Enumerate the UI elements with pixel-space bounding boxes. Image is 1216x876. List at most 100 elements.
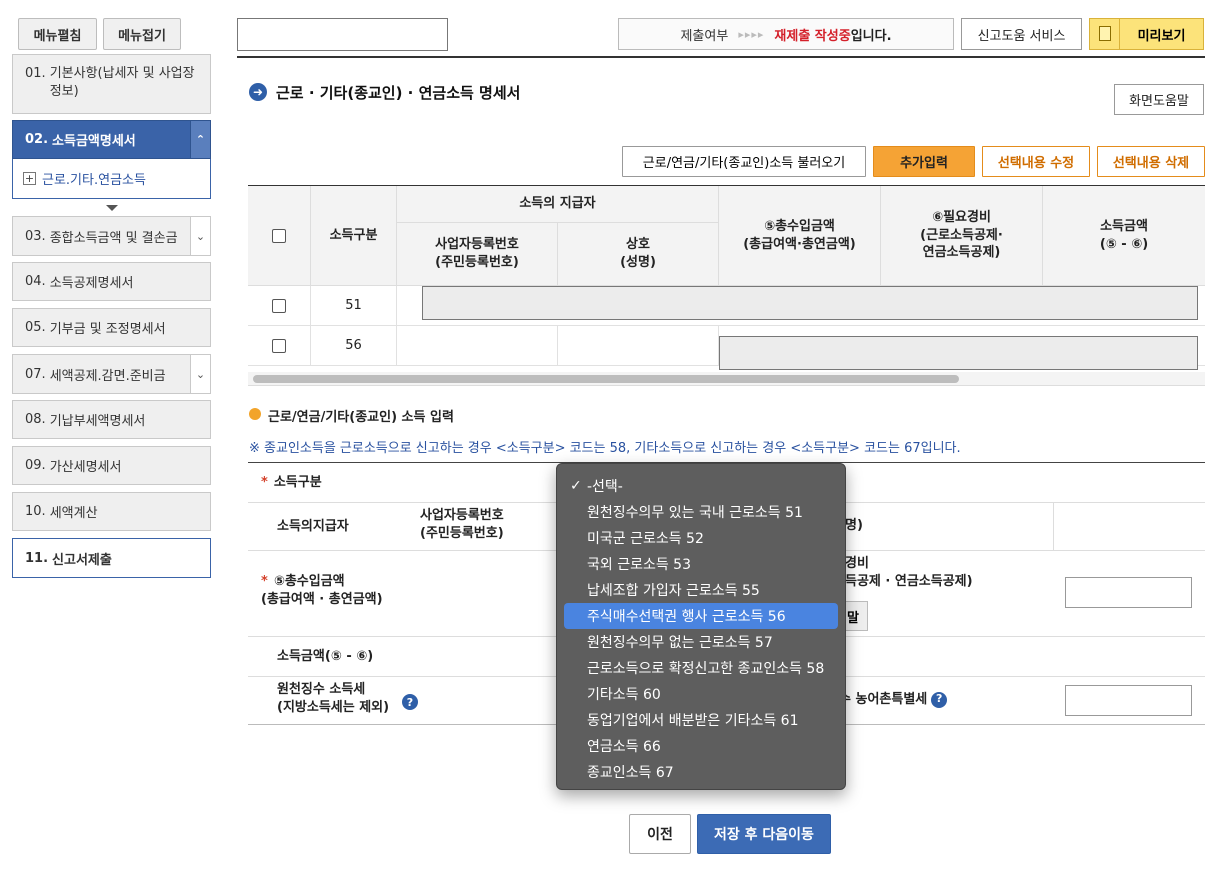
header-income: 소득금액 (⑤ - ⑥) (1043, 186, 1205, 286)
sidebar-item-num: 11. (25, 550, 49, 566)
chevron-down-icon[interactable]: ⌄ (190, 217, 210, 255)
dropdown-option[interactable]: ✓ -선택- (564, 473, 838, 499)
sidebar-item-label: 신고서제출 (52, 552, 112, 568)
chevron-up-icon[interactable]: ⌃ (190, 121, 210, 158)
plus-icon: + (23, 172, 36, 185)
rural-tax-label: 수 농어촌특별세? (839, 691, 948, 709)
sidebar-item-label: 기납부세액명세서 (49, 414, 146, 429)
menu-collapse-button[interactable]: 메뉴접기 (103, 18, 181, 50)
header-expense: ⑥필요경비 (근로소득공제· 연금소득공제) (881, 186, 1043, 286)
withholding-label-text: 원천징수 소득세 (지방소득세는 제외) (277, 682, 390, 715)
sidebar-item-tax-credit[interactable]: 07. 세액공제.감면.준비금 ⌄ (12, 354, 211, 394)
down-arrow-icon (106, 205, 118, 211)
dropdown-option[interactable]: 국외 근로소득 53 (564, 551, 838, 577)
dropdown-option[interactable]: 납세조합 가입자 근로소득 55 (564, 577, 838, 603)
row-masked-data (422, 286, 1198, 320)
dropdown-option[interactable]: 종교인소득 67 (564, 759, 838, 785)
dropdown-option-label: 주식매수선택권 행사 근로소득 56 (587, 609, 786, 625)
withholding-label: 원천징수 소득세 (지방소득세는 제외) (277, 681, 389, 716)
header-payer-group: 소득의 지급자 (397, 186, 719, 223)
menu-expand-button[interactable]: 메뉴펼침 (18, 18, 97, 50)
expense-input[interactable] (1065, 577, 1192, 608)
income-category-dropdown[interactable]: ✓ -선택- 원천징수의무 있는 국내 근로소득 51 미국군 근로소득 52 국외 근… (556, 463, 846, 790)
scrollbar-thumb[interactable] (253, 375, 959, 383)
payer-label: 소득의지급자 (277, 519, 349, 534)
header-total: ⑤총수입금액 (총급여액·총연금액) (719, 186, 881, 286)
header-select-all (248, 186, 311, 286)
total-label: * ⑤총수입금액 (총급여액 · 총연금액) (261, 574, 383, 607)
religious-income-note: ※ 종교인소득을 근로소득으로 신고하는 경우 <소득구분> 코드는 58, 기… (249, 441, 961, 456)
dropdown-option[interactable]: 기타소득 60 (564, 681, 838, 707)
chevron-down-icon[interactable]: ⌄ (190, 355, 210, 393)
sidebar-item-income-statement[interactable]: 02. 소득금액명세서 ⌃ (12, 120, 211, 159)
dropdown-option-label: 기타소득 60 (587, 687, 661, 703)
row-name (558, 326, 719, 366)
row-checkbox[interactable] (272, 338, 286, 353)
table-scrollbar[interactable] (248, 372, 1205, 386)
header-category: 소득구분 (311, 186, 397, 286)
select-all-checkbox[interactable] (272, 228, 286, 243)
sidebar-item-num: 04. (25, 274, 46, 289)
status-prefix: 제출여부 (680, 28, 729, 44)
dropdown-option[interactable]: 원천징수의무 있는 국내 근로소득 51 (564, 499, 838, 525)
sidebar-item-num: 08. (25, 412, 46, 427)
sidebar-item-num: 02. (25, 132, 49, 147)
dropdown-option-label: 미국군 근로소득 52 (587, 531, 704, 547)
row-checkbox[interactable] (272, 298, 286, 313)
sidebar-item-total-income[interactable]: 03. 종합소득금액 및 결손금 ⌄ (12, 216, 211, 256)
category-label: * 소득구분 (261, 475, 322, 490)
sidebar-item-label: 종합소득금액 및 결손금 (49, 230, 178, 246)
rural-tax-input[interactable] (1065, 685, 1192, 716)
help-icon[interactable]: ? (402, 694, 418, 710)
section-bullet-icon (249, 408, 261, 420)
save-next-button[interactable]: 저장 후 다음이동 (697, 814, 831, 854)
page-title: 근로 · 기타(종교인) · 연금소득 명세서 (276, 84, 521, 102)
dropdown-option[interactable]: 미국군 근로소득 52 (564, 525, 838, 551)
help-service-button[interactable]: 신고도움 서비스 (961, 18, 1082, 50)
rural-tax-label-text: 수 농어촌특별세 (839, 692, 928, 707)
sidebar-item-tax-calculation[interactable]: 10. 세액계산 (12, 492, 211, 531)
sidebar-item-num: 07. (25, 366, 46, 382)
dropdown-option[interactable]: 동업기업에서 배분받은 기타소득 61 (564, 707, 838, 733)
table-row (248, 326, 311, 366)
row-code: 56 (311, 326, 397, 366)
submission-status: 제출여부 ▸▸▸▸ 재제출 작성중 입니다. (618, 18, 954, 50)
delete-selected-button[interactable]: 선택내용 삭제 (1097, 146, 1205, 177)
dropdown-option-label: 납세조합 가입자 근로소득 55 (587, 583, 760, 599)
checkmark-icon: ✓ (570, 478, 582, 494)
dropdown-option[interactable]: 주식매수선택권 행사 근로소득 56 (564, 603, 838, 629)
dropdown-option[interactable]: 근로소득으로 확정신고한 종교인소득 58 (564, 655, 838, 681)
dropdown-option[interactable]: 연금소득 66 (564, 733, 838, 759)
sidebar-item-num: 01. (25, 66, 46, 81)
arrow-circle-icon: ➜ (249, 83, 267, 101)
sidebar-item-donation[interactable]: 05. 기부금 및 조정명세서 (12, 308, 211, 347)
taxpayer-info-box (237, 18, 448, 51)
load-income-button[interactable]: 근로/연금/기타(종교인)소득 불러오기 (622, 146, 866, 177)
dropdown-option[interactable]: 원천징수의무 없는 근로소득 57 (564, 629, 838, 655)
input-section-title: 근로/연금/기타(종교인) 소득 입력 (268, 410, 454, 425)
add-input-button[interactable]: 추가입력 (873, 146, 975, 177)
help-icon[interactable]: ? (931, 691, 948, 708)
screen-help-button[interactable]: 화면도움말 (1114, 84, 1204, 115)
sidebar-item-prepaid-tax[interactable]: 08. 기납부세액명세서 (12, 400, 211, 439)
row-masked-data (719, 336, 1198, 370)
name-label: 명) (845, 518, 863, 533)
sidebar-item-num: 10. (25, 504, 46, 519)
prev-button[interactable]: 이전 (629, 814, 691, 854)
sidebar-item-deduction[interactable]: 04. 소득공제명세서 (12, 262, 211, 301)
edit-selected-button[interactable]: 선택내용 수정 (982, 146, 1090, 177)
dropdown-option-label: 종교인소득 67 (587, 765, 674, 781)
sidebar-item-submit[interactable]: 11. 신고서제출 (12, 538, 211, 578)
total-label-text: ⑤총수입금액 (총급여액 · 총연금액) (261, 574, 383, 607)
sidebar-item-basic-info[interactable]: 01. 기본사항(납세자 및 사업장정보) (12, 54, 211, 114)
sidebar-subitem-employment-other-pension[interactable]: + 근로.기타.연금소득 (12, 159, 211, 199)
row-biz-no (397, 326, 558, 366)
table-row (248, 286, 311, 326)
sidebar-item-penalty-tax[interactable]: 09. 가산세명세서 (12, 446, 211, 485)
dropdown-option-label: 원천징수의무 있는 국내 근로소득 51 (587, 505, 803, 521)
sidebar-item-num: 05. (25, 320, 46, 335)
topbar-divider (237, 56, 1205, 58)
preview-button[interactable]: 미리보기 (1089, 18, 1204, 50)
sidebar-item-label: 소득금액명세서 (52, 134, 136, 149)
status-suffix: 입니다. (850, 28, 892, 44)
